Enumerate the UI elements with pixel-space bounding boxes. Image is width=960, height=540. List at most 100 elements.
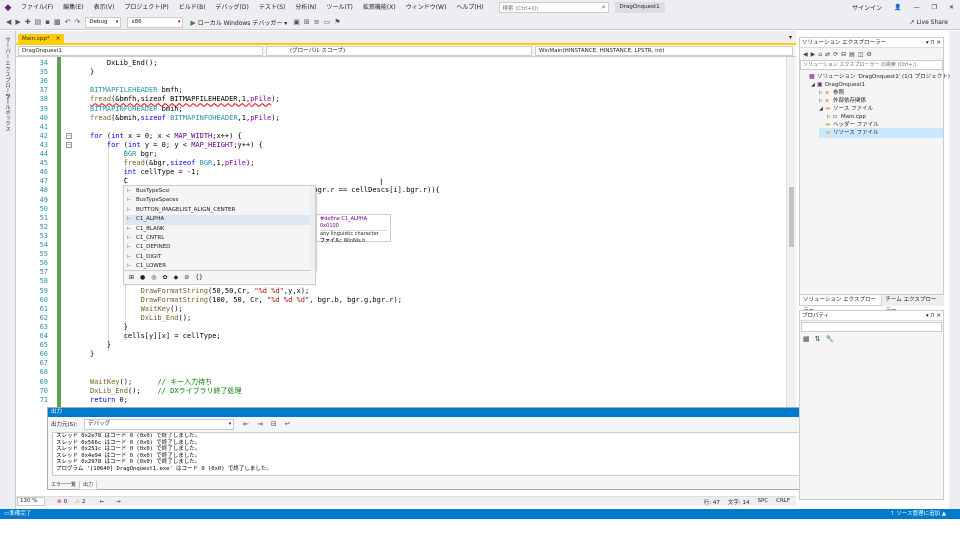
maximize-icon[interactable]: ❐ [926,4,943,11]
output-text[interactable]: スレッド 0x2e78 はコード 0 (0x0) で終了しました。 スレッド 0x… [52,432,817,476]
intellisense-completion-list[interactable]: ⊢ BusTypeScsi ⊢ BusTypeSpaces ⊢ BUTTON_IMAGEL… [123,185,316,271]
editor-vertical-scrollbar[interactable] [786,57,796,407]
code-line[interactable]: for (int y = 0; y < MAP_HEIGHT;y++) { [90,141,263,150]
code-line[interactable]: for (int x = 0; x < MAP_WIDTH;x++) { [90,132,242,141]
code-line[interactable]: fread(&bgr,sizeof BGR,1,pFile); [90,159,255,168]
liveshare-button[interactable]: ↗ Live Share [910,19,960,26]
categorized-icon[interactable]: ▦ [803,335,810,343]
code-line[interactable]: } [90,68,94,77]
tab-error-list[interactable]: エラー一覧 [48,481,79,490]
properties-icon[interactable]: ⚙ [867,51,872,58]
signin-link[interactable]: サインイン [846,3,888,12]
completion-filter-icon[interactable]: {} [195,274,203,281]
code-line[interactable]: fread(&bmih,sizeof BITMAPINFOHEADER,1,pF… [90,114,280,123]
project-select[interactable]: DragOnquest1 [18,46,263,56]
alphabetical-icon[interactable]: ⇅ [815,335,821,343]
menu-item[interactable]: 分析(N) [290,0,321,15]
completion-filter-icon[interactable]: ◆ [174,274,179,281]
completion-filter-icon[interactable]: ◎ [151,274,156,281]
property-pages-icon[interactable]: 🔧 [826,335,835,343]
panel-controls-icon[interactable]: ▾ ⊓ ✕ [926,311,941,321]
toolbox-tab[interactable]: ツールボックス [3,93,11,132]
next-message-icon[interactable]: ⇥ [255,418,265,431]
home-icon[interactable]: ⌂ [818,51,822,58]
search-box[interactable]: 検索 (Ctrl+Q) ⌕ [498,2,609,13]
code-line[interactable]: DxLib_End(); [90,314,192,323]
source-control-button[interactable]: ↑ ソース管理に追加 ▲ [890,509,960,519]
completion-item[interactable]: ⊢ C1_ALPHA [125,215,311,225]
sync-icon[interactable]: ⟳ [833,51,838,58]
menu-item[interactable]: ツール(T) [322,0,358,15]
menu-item[interactable]: 編集(E) [58,0,88,15]
output-source-select[interactable]: デバッグ ▾ [84,418,235,430]
solution-search-input[interactable]: ソリューション エクスプローラー の検索 (Ctrl+;) [800,60,943,70]
scope-select[interactable]: (グローバル スコープ) [266,46,532,56]
open-icon[interactable]: ▤ [33,16,44,29]
config-select[interactable]: Debug ▾ [85,16,122,28]
close-tab-icon[interactable]: ✕ [56,34,61,45]
collapse-all-icon[interactable]: ⊟ [841,51,846,58]
zoom-select[interactable]: 130 % [17,497,45,506]
toolbar-misc-icon[interactable]: ▣ [291,16,302,29]
toolbar-misc-icon-2[interactable]: ⊞ [302,16,312,29]
tab-solution-explorer[interactable]: ソリューション エクスプローラー [799,295,883,314]
whitespace-indicator[interactable]: SPC [757,498,768,506]
code-line[interactable]: DxLib_End(); // DXライブラリ終了処理 [90,387,242,396]
completion-item[interactable]: ⊢ C1_DIGIT [125,253,311,262]
completion-item[interactable]: ⊢ BUTTON_IMAGELIST_ALIGN_CENTER [125,206,311,215]
menu-item[interactable]: ビルド(B) [174,0,211,15]
error-count[interactable]: 0 [64,499,68,505]
minimize-icon[interactable]: — [908,4,926,11]
nav-back-icon[interactable]: ← [100,499,105,505]
find-message-icon[interactable]: ⇤ [241,418,251,431]
forward-icon[interactable]: ▶ [13,16,22,29]
code-line[interactable]: BITMAPFILEHEADER bmfh; [90,86,183,95]
panel-controls-icon[interactable]: ▾ ⊓ ✕ [926,38,941,48]
scroll-thumb[interactable] [789,187,794,247]
code-line[interactable]: WaitKey(); [90,305,183,314]
show-all-icon[interactable]: ▤ [849,51,855,58]
completion-filter-icon[interactable]: ● [140,274,145,281]
redo-icon[interactable]: ↷ [73,16,83,29]
comment-icon[interactable]: ▭ [322,16,333,29]
completion-item[interactable]: ⊢ C1_DEFINED [125,243,311,252]
forward-icon[interactable]: ▶ [811,51,816,58]
save-all-icon[interactable]: ▩ [52,16,63,29]
menu-item[interactable]: ウィンドウ(W) [401,0,452,15]
code-line[interactable]: } [90,323,128,332]
tab-output[interactable]: 出力 [79,481,98,490]
code-line[interactable]: BITMAPINFOHEADER bmih; [90,105,183,114]
warning-icon[interactable]: ⚠ [75,499,80,505]
code-line[interactable]: DxLib_End(); [90,59,158,68]
warning-count[interactable]: 2 [82,499,86,505]
error-icon[interactable]: ⊗ [57,499,62,505]
code-line[interactable]: fread(&bmfh,sizeof BITMAPFILEHEADER,1,pF… [90,95,280,104]
account-icon[interactable]: 👤 [888,4,907,11]
menu-item[interactable]: テスト(S) [254,0,291,15]
tree-item[interactable]: ▬ リソース ファイル [819,128,943,138]
completion-item[interactable]: ⊢ C1_BLANK [125,225,311,234]
menu-item[interactable]: 表示(V) [89,0,120,15]
completion-filter-icon[interactable]: ✿ [163,274,168,281]
toolbar-misc-icon-3[interactable]: ≡ [312,16,322,29]
code-line[interactable]: BGR bgr; [90,150,158,159]
menu-item[interactable]: 拡張機能(X) [358,0,401,15]
back-icon[interactable]: ◀ [4,16,13,29]
completion-item[interactable]: ⊢ BusTypeSpaces [125,196,311,205]
code-line[interactable]: DrawFormatString(50,50,Cr, "%d %d",y,x); [90,287,310,296]
code-line[interactable]: } [90,341,111,350]
properties-object-select[interactable] [801,322,942,332]
clear-all-icon[interactable]: ⊟ [269,418,279,431]
tab-list-chevron-icon[interactable]: ▾ [789,34,792,41]
completion-filter-icon[interactable]: ⊘ [184,274,189,281]
undo-icon[interactable]: ↶ [63,16,73,29]
tab-main-cpp[interactable]: Main.cpp* ✕ [18,34,65,45]
switch-views-icon[interactable]: ⇄ [825,51,830,58]
completion-filter-icon[interactable]: ⊞ [129,274,134,281]
platform-select[interactable]: x86 ▾ [127,16,184,28]
save-icon[interactable]: ▪ [43,16,52,29]
fold-toggle-icon[interactable]: − [66,142,72,148]
code-line[interactable]: int cellType = -1; [90,168,200,177]
back-icon[interactable]: ◀ [803,51,808,58]
code-line[interactable]: DrawFormatString(100, 50, Cr, "%d %d %d"… [90,296,402,305]
